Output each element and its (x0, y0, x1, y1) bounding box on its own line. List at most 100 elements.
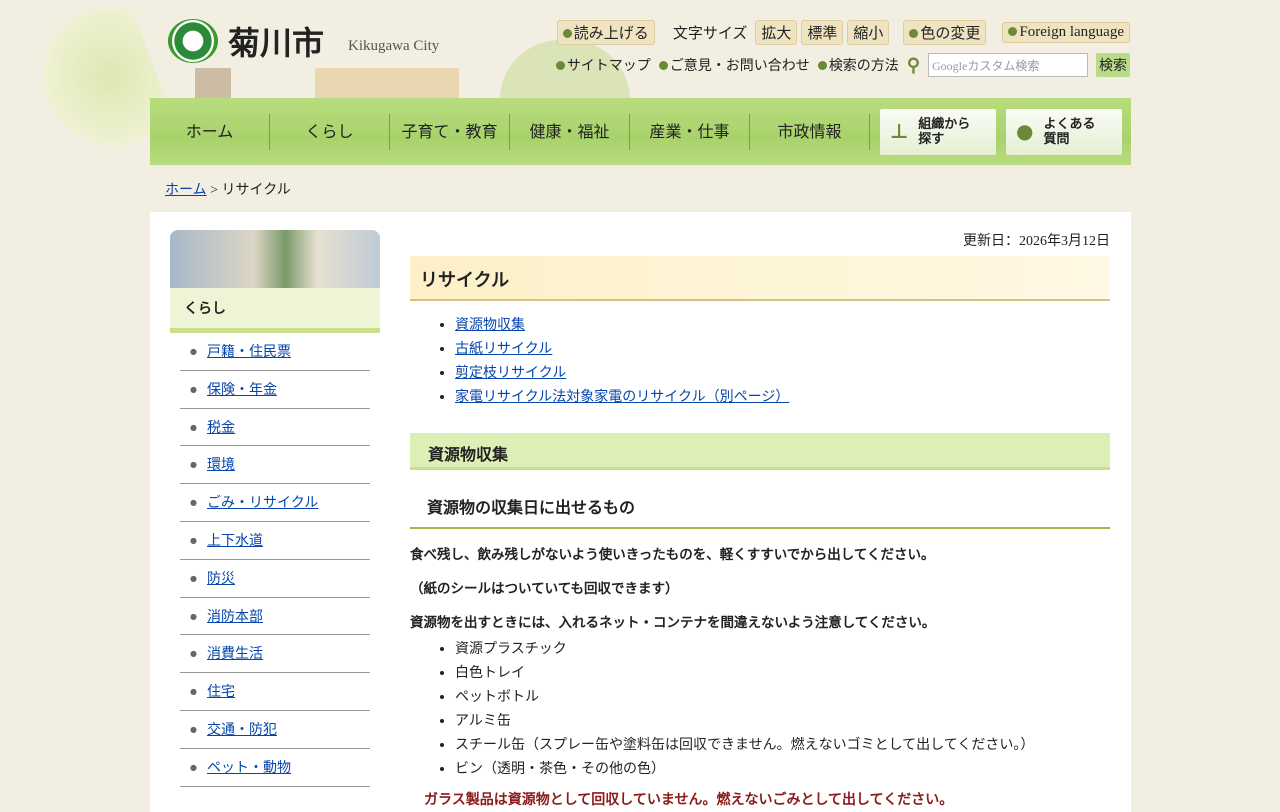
sidebar-item[interactable]: 住宅 (180, 673, 370, 711)
nav-home[interactable]: ホーム (150, 113, 270, 150)
list-item: スチール缶（スプレー缶や塗料缶は回収できません。燃えないゴミとして出してください… (455, 733, 1110, 757)
sidebar-link[interactable]: 戸籍・住民票 (207, 344, 291, 360)
list-item: ペットボトル (455, 685, 1110, 709)
sidebar-link[interactable]: 住宅 (207, 684, 235, 700)
sidebar: くらし 戸籍・住民票 保険・年金 税金 環境 ごみ・リサイクル 上下水道 防災 … (170, 230, 380, 787)
section-heading: 資源物収集 (410, 433, 1110, 470)
bullet-icon (555, 61, 565, 70)
bullet-icon (562, 29, 572, 38)
org-chart-icon: ⊥ (890, 119, 909, 143)
bullet-icon (817, 61, 827, 70)
nav-childcare-education[interactable]: 子育て・教育 (390, 113, 510, 150)
foreign-language-label: Foreign language (1019, 24, 1124, 40)
nav-life[interactable]: くらし (270, 113, 390, 150)
breadcrumb-home[interactable]: ホーム (165, 183, 207, 198)
font-standard-button[interactable]: 標準 (801, 20, 844, 45)
nav-industry-work[interactable]: 産業・仕事 (630, 113, 750, 150)
sidebar-item[interactable]: 税金 (180, 409, 370, 447)
sidebar-item[interactable]: ペット・動物 (180, 749, 370, 787)
nav-city-info[interactable]: 市政情報 (750, 113, 870, 150)
sidebar-link[interactable]: 消費生活 (207, 646, 263, 662)
sidebar-link[interactable]: 税金 (207, 420, 235, 436)
sidebar-link[interactable]: 環境 (207, 457, 235, 473)
sidebar-link[interactable]: 防災 (207, 571, 235, 587)
utility-links: サイトマップ ご意見・お問い合わせ 検索の方法 ⚲ Googleカスタム検索 検… (555, 53, 1130, 77)
bullet-icon (658, 61, 668, 70)
faq-button[interactable]: ● よくある質問 (1006, 108, 1122, 155)
speech-bubble-icon: ● (1016, 119, 1034, 143)
sidebar-image (170, 230, 380, 288)
toc-link[interactable]: 家電リサイクル法対象家電のリサイクル（別ページ） (455, 389, 789, 405)
logo-english: Kikugawa City (348, 37, 440, 54)
site-logo[interactable]: 菊川市 Kikugawa City (168, 18, 439, 64)
sidebar-item[interactable]: 消費生活 (180, 635, 370, 674)
warning-text: ガラス製品は資源物として回収していません。燃えないごみとして出してください。 (424, 792, 954, 808)
sidebar-item[interactable]: 防災 (180, 560, 370, 598)
faq-label: よくある質問 (1043, 116, 1096, 147)
bullet-icon (909, 29, 919, 38)
font-size-label: 文字サイズ (672, 26, 748, 42)
nav-health-welfare[interactable]: 健康・福祉 (510, 113, 630, 150)
contact-label: ご意見・お問い合わせ (669, 59, 810, 74)
sidebar-item[interactable]: 保険・年金 (180, 371, 370, 409)
table-of-contents: 資源物収集 古紙リサイクル 剪定枝リサイクル 家電リサイクル法対象家電のリサイク… (455, 313, 1110, 409)
sidebar-title: くらし (170, 288, 380, 333)
toc-item: 資源物収集 (455, 313, 1110, 337)
color-change-button[interactable]: 色の変更 (903, 20, 987, 45)
read-aloud-label: 読み上げる (573, 26, 649, 42)
sidebar-item[interactable]: 消防本部 (180, 598, 370, 636)
toc-link[interactable]: 資源物収集 (455, 317, 525, 333)
breadcrumb-current: リサイクル (221, 183, 291, 198)
page-title: リサイクル (410, 256, 1110, 301)
search-method-link[interactable]: 検索の方法 (817, 55, 899, 75)
sidebar-item[interactable]: ごみ・リサイクル (180, 484, 370, 522)
foreign-language-button[interactable]: Foreign language (1002, 22, 1130, 43)
sidebar-link[interactable]: 保険・年金 (207, 382, 277, 398)
org-search-label: 組織から探す (918, 116, 971, 147)
list-item: 白色トレイ (455, 661, 1110, 685)
sidebar-link[interactable]: ごみ・リサイクル (207, 495, 318, 511)
sitemap-label: サイトマップ (566, 59, 651, 74)
utility-bar: 読み上げる 文字サイズ 拡大 標準 縮小 色の変更 Foreign langua… (556, 20, 1130, 45)
search-button[interactable]: 検索 (1096, 53, 1130, 77)
list-item: 資源プラスチック (455, 637, 1110, 661)
sidebar-link[interactable]: ペット・動物 (207, 760, 291, 776)
recyclables-list: 資源プラスチック 白色トレイ ペットボトル アルミ缶 スチール缶（スプレー缶や塗… (455, 637, 1110, 781)
paragraph: 資源物を出すときには、入れるネット・コンテナを間違えないよう注意してください。 (410, 615, 936, 631)
sidebar-item[interactable]: 上下水道 (180, 522, 370, 560)
town-illustration (195, 68, 495, 98)
org-search-button[interactable]: ⊥ 組織から探す (880, 108, 996, 155)
paragraph: 食べ残し、飲み残しがないよう使いきったものを、軽くすすいでから出してください。 (410, 547, 935, 563)
toc-link[interactable]: 剪定枝リサイクル (455, 365, 566, 381)
bullet-icon (1008, 27, 1018, 36)
toc-link[interactable]: 古紙リサイクル (455, 341, 552, 357)
toc-item: 古紙リサイクル (455, 337, 1110, 361)
search-icon: ⚲ (906, 54, 920, 75)
updated-date: 更新日：2026年3月12日 (963, 234, 1110, 249)
sidebar-item[interactable]: 環境 (180, 446, 370, 485)
search-method-label: 検索の方法 (828, 59, 899, 74)
font-shrink-button[interactable]: 縮小 (847, 20, 890, 45)
sidebar-item[interactable]: 戸籍・住民票 (180, 333, 370, 371)
sidebar-link[interactable]: 上下水道 (207, 533, 263, 549)
contact-link[interactable]: ご意見・お問い合わせ (658, 55, 810, 75)
sidebar-item[interactable]: 交通・防犯 (180, 711, 370, 749)
main-area: くらし 戸籍・住民票 保険・年金 税金 環境 ごみ・リサイクル 上下水道 防災 … (150, 212, 1131, 812)
subsection-heading: 資源物の収集日に出せるもの (410, 494, 1110, 529)
logo-mark-icon (168, 19, 218, 63)
color-change-label: 色の変更 (920, 26, 981, 42)
list-item: ビン（透明・茶色・その他の色） (455, 757, 1110, 781)
list-item: アルミ缶 (455, 709, 1110, 733)
content: 更新日：2026年3月12日 リサイクル 資源物収集 古紙リサイクル 剪定枝リサ… (410, 230, 1110, 809)
sidebar-link[interactable]: 消防本部 (207, 609, 263, 625)
sidebar-link[interactable]: 交通・防犯 (207, 722, 277, 738)
logo-text: 菊川市 (228, 24, 325, 62)
sitemap-link[interactable]: サイトマップ (555, 55, 651, 75)
global-nav: ホーム くらし 子育て・教育 健康・福祉 産業・仕事 市政情報 ⊥ 組織から探す … (150, 98, 1131, 165)
toc-item: 家電リサイクル法対象家電のリサイクル（別ページ） (455, 385, 1110, 409)
paragraph: （紙のシールはついていても回収できます） (410, 581, 679, 597)
font-enlarge-button[interactable]: 拡大 (755, 20, 798, 45)
search-input[interactable]: Googleカスタム検索 (928, 53, 1088, 77)
toc-item: 剪定枝リサイクル (455, 361, 1110, 385)
read-aloud-button[interactable]: 読み上げる (556, 20, 655, 45)
